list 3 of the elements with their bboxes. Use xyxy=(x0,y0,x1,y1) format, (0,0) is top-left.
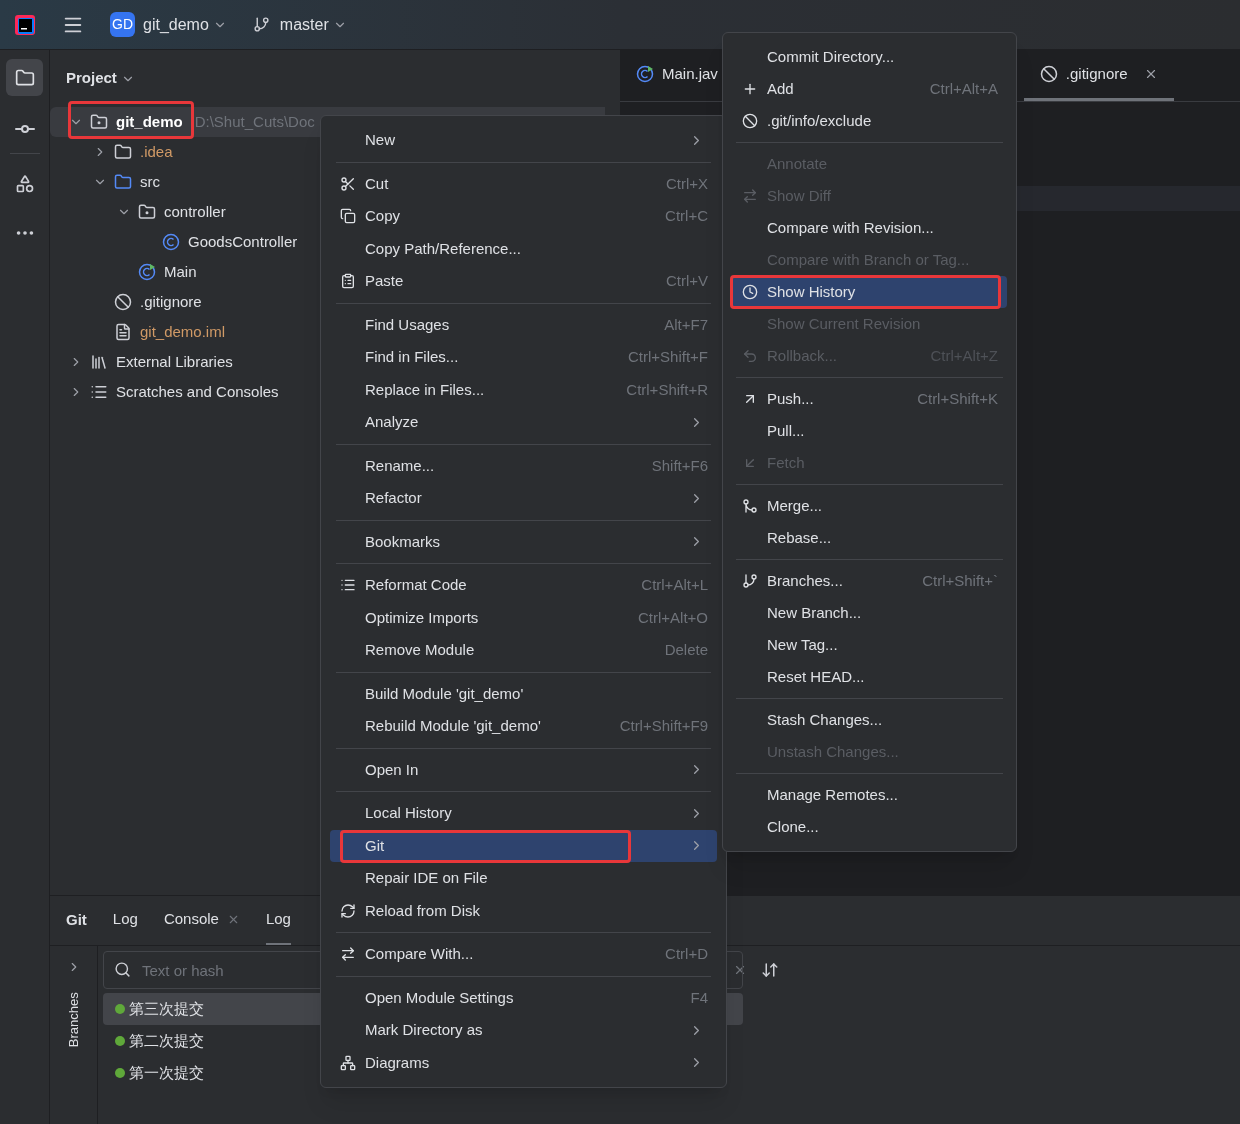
panel-title: Project xyxy=(66,68,117,89)
panel-title: Git xyxy=(66,910,87,931)
project-badge: GD xyxy=(110,12,135,37)
